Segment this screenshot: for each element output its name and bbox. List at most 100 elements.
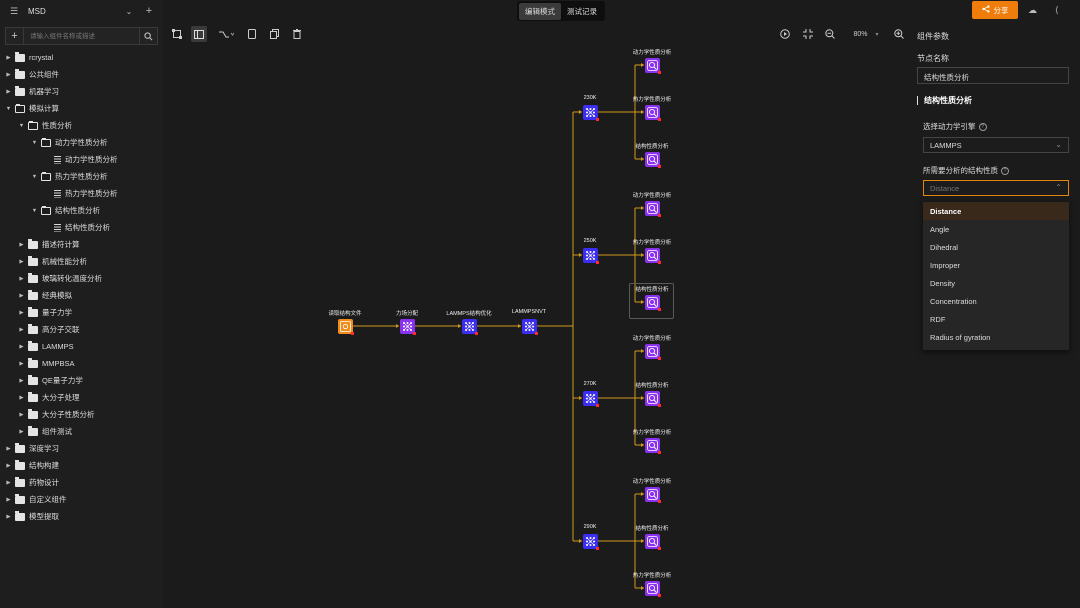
caret-right-icon[interactable]: ▶ [18, 327, 25, 333]
caret-right-icon[interactable]: ▶ [5, 514, 12, 520]
output-port[interactable] [474, 331, 478, 335]
caret-down-icon[interactable]: ▼ [31, 208, 38, 214]
workflow-node[interactable] [644, 343, 661, 360]
workflow-node[interactable] [644, 151, 661, 168]
workflow-node[interactable] [644, 247, 661, 264]
output-port[interactable] [657, 593, 661, 597]
collapse-panel-icon[interactable]: ⟨ [1055, 5, 1059, 16]
workflow-node[interactable] [337, 318, 354, 335]
output-port[interactable] [657, 403, 661, 407]
help-icon[interactable]: ? [1001, 166, 1009, 175]
workflow-node[interactable] [461, 318, 478, 335]
tree-folder-item[interactable]: ▶ 量子力学 [0, 304, 163, 321]
tree-folder-item[interactable]: ▶ 自定义组件 [0, 491, 163, 508]
output-port[interactable] [657, 164, 661, 168]
copy-icon[interactable] [245, 26, 259, 42]
tree-folder-item[interactable]: ▶ 玻璃转化温度分析 [0, 270, 163, 287]
workflow-node[interactable] [644, 390, 661, 407]
caret-right-icon[interactable]: ▶ [5, 497, 12, 503]
workflow-node[interactable] [644, 486, 661, 503]
help-icon[interactable]: ? [978, 122, 987, 131]
dropdown-option[interactable]: Density [923, 274, 1069, 292]
caret-right-icon[interactable]: ▶ [5, 72, 12, 78]
dropdown-option[interactable]: Improper [923, 256, 1069, 274]
add-component-button[interactable]: + [6, 28, 24, 44]
caret-right-icon[interactable]: ▶ [5, 89, 12, 95]
tree-folder-item[interactable]: ▶ 大分子性质分析 [0, 406, 163, 423]
caret-down-icon[interactable]: ▼ [31, 140, 38, 146]
layout-icon[interactable] [191, 26, 207, 42]
output-port[interactable] [657, 213, 661, 217]
tree-folder-item[interactable]: ▶ 组件测试 [0, 423, 163, 440]
tree-folder-item[interactable]: ▼ 模拟计算 [0, 100, 163, 117]
output-port[interactable] [657, 356, 661, 360]
tree-component-item[interactable]: 结构性质分析 [0, 219, 163, 236]
tree-folder-item[interactable]: ▶ 公共组件 [0, 66, 163, 83]
caret-right-icon[interactable]: ▶ [18, 429, 25, 435]
output-port[interactable] [657, 70, 661, 74]
caret-right-icon[interactable]: ▶ [18, 310, 25, 316]
output-port[interactable] [657, 546, 661, 550]
dropdown-option[interactable]: Dihedral [923, 238, 1069, 256]
dropdown-option[interactable]: Angle [923, 220, 1069, 238]
workflow-node[interactable] [644, 104, 661, 121]
tree-folder-item[interactable]: ▶ MMPBSA [0, 355, 163, 372]
shrink-icon[interactable] [801, 26, 815, 42]
output-port[interactable] [595, 546, 599, 550]
tree-component-item[interactable]: 热力学性质分析 [0, 185, 163, 202]
output-port[interactable] [595, 117, 599, 121]
workflow-node[interactable] [582, 533, 599, 550]
output-port[interactable] [657, 499, 661, 503]
workflow-node[interactable] [399, 318, 416, 335]
caret-right-icon[interactable]: ▶ [5, 463, 12, 469]
dropdown-option[interactable]: Radius of gyration [923, 328, 1069, 346]
output-port[interactable] [350, 331, 354, 335]
property-select[interactable]: Distance ⌃ [923, 180, 1069, 196]
dropdown-option[interactable]: Concentration [923, 292, 1069, 310]
caret-right-icon[interactable]: ▶ [5, 446, 12, 452]
tree-folder-item[interactable]: ▶ 描述符计算 [0, 236, 163, 253]
search-icon[interactable] [139, 28, 157, 44]
edge-style-icon[interactable] [215, 26, 237, 42]
workflow-node[interactable] [582, 104, 599, 121]
tree-component-item[interactable]: 动力学性质分析 [0, 151, 163, 168]
tree-folder-item[interactable]: ▶ rcrystal [0, 49, 163, 66]
tree-folder-item[interactable]: ▼ 热力学性质分析 [0, 168, 163, 185]
menu-icon[interactable]: ☰ [8, 6, 20, 17]
tree-folder-item[interactable]: ▶ QE量子力学 [0, 372, 163, 389]
tree-folder-item[interactable]: ▶ 机械性能分析 [0, 253, 163, 270]
workflow-node[interactable] [644, 437, 661, 454]
caret-right-icon[interactable]: ▶ [18, 412, 25, 418]
caret-down-icon[interactable]: ▼ [18, 123, 25, 129]
workflow-node[interactable] [521, 318, 538, 335]
add-icon[interactable]: + [143, 5, 155, 17]
tab-edit-mode[interactable]: 编辑模式 [519, 2, 561, 20]
paste-icon[interactable] [267, 26, 281, 42]
caret-down-icon[interactable]: ▼ [5, 106, 12, 112]
workflow-node[interactable] [644, 580, 661, 597]
chevron-down-icon[interactable]: ⌄ [123, 7, 135, 16]
output-port[interactable] [534, 331, 538, 335]
workflow-canvas[interactable]: 读取结构文件 力场分配 LAMMPS结构优化 LAMMPSNVT 230K 动力学性质分析… [163, 44, 903, 608]
tree-folder-item[interactable]: ▶ 经典模拟 [0, 287, 163, 304]
workflow-node[interactable] [582, 247, 599, 264]
output-port[interactable] [412, 331, 416, 335]
fit-view-icon[interactable] [169, 26, 185, 42]
workflow-node[interactable] [582, 390, 599, 407]
caret-down-icon[interactable]: ▼ [31, 174, 38, 180]
workflow-node[interactable] [644, 533, 661, 550]
tree-folder-item[interactable]: ▶ 大分子处理 [0, 389, 163, 406]
dropdown-option[interactable]: Distance [923, 202, 1069, 220]
tree-folder-item[interactable]: ▼ 动力学性质分析 [0, 134, 163, 151]
delete-icon[interactable] [290, 26, 304, 42]
output-port[interactable] [657, 117, 661, 121]
zoom-in-icon[interactable] [892, 26, 906, 42]
caret-right-icon[interactable]: ▶ [18, 276, 25, 282]
caret-right-icon[interactable]: ▶ [18, 378, 25, 384]
run-icon[interactable] [778, 26, 792, 42]
tree-folder-item[interactable]: ▼ 性质分析 [0, 117, 163, 134]
tab-test-records[interactable]: 测试记录 [561, 3, 603, 20]
caret-right-icon[interactable]: ▶ [18, 293, 25, 299]
workflow-node[interactable] [644, 200, 661, 217]
caret-right-icon[interactable]: ▶ [5, 480, 12, 486]
